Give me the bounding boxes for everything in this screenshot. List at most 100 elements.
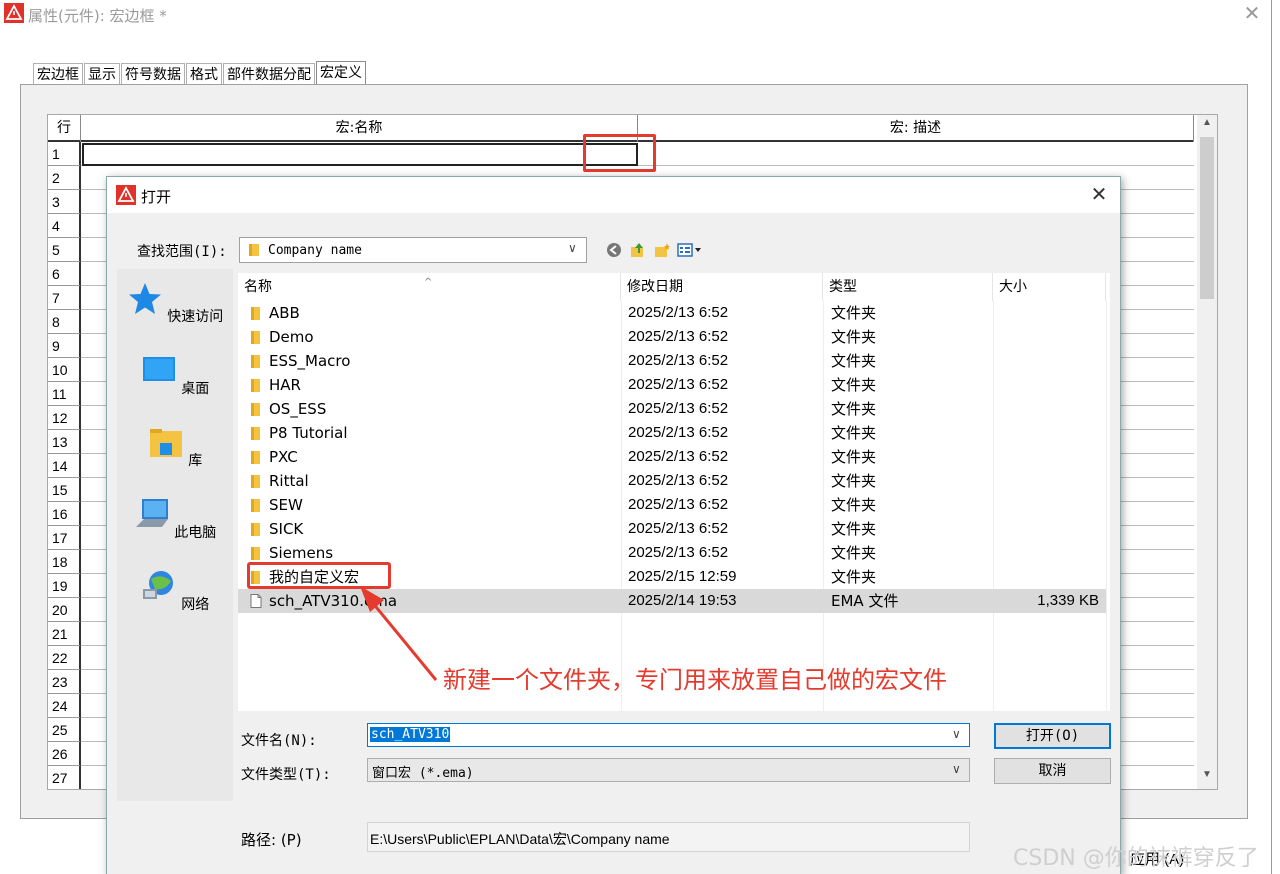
row-number[interactable]: 20 — [48, 598, 81, 622]
chevron-down-icon[interactable]: ∨ — [952, 727, 961, 741]
place-library[interactable]: 库 — [117, 425, 233, 470]
row-number[interactable]: 22 — [48, 646, 81, 670]
grid-scrollbar[interactable]: ▲ ▼ — [1197, 115, 1217, 789]
row-number[interactable]: 6 — [48, 262, 81, 286]
file-type: EMA 文件 — [831, 592, 899, 610]
look-in-label: 查找范围(I): — [137, 244, 227, 260]
folder-row[interactable]: HAR 2025/2/13 6:52 文件夹 — [238, 373, 1106, 397]
row-number[interactable]: 15 — [48, 478, 81, 502]
row-number[interactable]: 27 — [48, 766, 81, 789]
row-number[interactable]: 9 — [48, 334, 81, 358]
row-number[interactable]: 1 — [48, 142, 81, 166]
file-name-input[interactable]: sch_ATV310 ∨ — [367, 723, 970, 747]
file-name: Rittal — [269, 472, 309, 490]
row-number[interactable]: 23 — [48, 670, 81, 694]
folder-row[interactable]: ESS_Macro 2025/2/13 6:52 文件夹 — [238, 349, 1106, 373]
file-type-dropdown[interactable]: 窗口宏 (*.ema) ∨ — [367, 758, 970, 782]
path-label: 路径: (P) — [241, 831, 302, 849]
file-date: 2025/2/15 12:59 — [628, 568, 737, 585]
row-number[interactable]: 4 — [48, 214, 81, 238]
folder-row[interactable]: SEW 2025/2/13 6:52 文件夹 — [238, 493, 1106, 517]
folder-row[interactable]: SICK 2025/2/13 6:52 文件夹 — [238, 517, 1106, 541]
place-desktop[interactable]: 桌面 — [117, 353, 233, 398]
tab-display[interactable]: 显示 — [84, 63, 120, 85]
navigation-toolbar — [605, 240, 703, 260]
scroll-thumb[interactable] — [1200, 137, 1214, 299]
file-date: 2025/2/13 6:52 — [628, 424, 729, 441]
view-menu-icon[interactable] — [677, 241, 703, 259]
row-number[interactable]: 3 — [48, 190, 81, 214]
row-number[interactable]: 18 — [48, 550, 81, 574]
tab-format[interactable]: 格式 — [186, 63, 222, 85]
column-header-description[interactable]: 宏: 描述 — [638, 115, 1194, 142]
window-border — [1271, 0, 1272, 874]
folder-icon — [251, 331, 260, 344]
row-number[interactable]: 2 — [48, 166, 81, 190]
row-header: 行 — [48, 115, 81, 142]
place-quick-access[interactable]: 快速访问 — [117, 281, 233, 326]
folder-row[interactable]: PXC 2025/2/13 6:52 文件夹 — [238, 445, 1106, 469]
folder-icon — [251, 427, 260, 440]
close-icon[interactable]: ✕ — [1240, 2, 1264, 26]
back-icon[interactable] — [605, 241, 623, 259]
row-number[interactable]: 12 — [48, 406, 81, 430]
file-date: 2025/2/13 6:52 — [628, 448, 729, 465]
scroll-up-icon[interactable]: ▲ — [1197, 117, 1217, 133]
up-folder-icon[interactable] — [629, 241, 647, 259]
file-name: ABB — [269, 304, 300, 322]
folder-icon — [251, 523, 260, 536]
tab-macro-definition[interactable]: 宏定义 — [316, 61, 366, 85]
row-number[interactable]: 7 — [48, 286, 81, 310]
folder-row[interactable]: P8 Tutorial 2025/2/13 6:52 文件夹 — [238, 421, 1106, 445]
tab-macro-frame[interactable]: 宏边框 — [33, 63, 83, 85]
row-number[interactable]: 14 — [48, 454, 81, 478]
place-this-pc[interactable]: 此电脑 — [117, 497, 233, 542]
column-header-date[interactable]: 修改日期 — [621, 273, 823, 301]
file-type: 文件夹 — [831, 448, 877, 466]
row-number[interactable]: 26 — [48, 742, 81, 766]
row-number[interactable]: 19 — [48, 574, 81, 598]
row-number[interactable]: 24 — [48, 694, 81, 718]
network-icon — [142, 571, 173, 599]
path-field: E:\Users\Public\EPLAN\Data\宏\Company nam… — [367, 822, 970, 852]
folder-icon — [251, 547, 260, 560]
row-number[interactable]: 8 — [48, 310, 81, 334]
folder-row[interactable]: Rittal 2025/2/13 6:52 文件夹 — [238, 469, 1106, 493]
place-label: 桌面 — [181, 381, 210, 397]
file-date: 2025/2/13 6:52 — [628, 304, 729, 321]
cancel-button[interactable]: 取消 — [994, 758, 1111, 784]
folder-icon — [251, 451, 260, 464]
row-number[interactable]: 17 — [48, 526, 81, 550]
column-header-type[interactable]: 类型 — [823, 273, 993, 301]
folder-row[interactable]: ABB 2025/2/13 6:52 文件夹 — [238, 301, 1106, 325]
file-name: OS_ESS — [269, 400, 327, 418]
tab-part-assignment[interactable]: 部件数据分配 — [223, 63, 315, 85]
eplan-app-icon — [4, 3, 24, 23]
scroll-down-icon[interactable]: ▼ — [1197, 769, 1217, 785]
file-type: 文件夹 — [831, 304, 877, 322]
folder-row[interactable]: OS_ESS 2025/2/13 6:52 文件夹 — [238, 397, 1106, 421]
folder-icon — [249, 244, 259, 256]
tab-symbol-data[interactable]: 符号数据 — [121, 63, 185, 85]
row-number[interactable]: 11 — [48, 382, 81, 406]
row-number[interactable]: 13 — [48, 430, 81, 454]
place-label: 库 — [188, 453, 203, 469]
open-button[interactable]: 打开(O) — [994, 723, 1111, 749]
column-header-name[interactable]: 名称 ^ — [238, 273, 621, 301]
name-cell-editing[interactable] — [82, 143, 638, 166]
row-number[interactable]: 21 — [48, 622, 81, 646]
close-icon[interactable]: ✕ — [1087, 183, 1111, 207]
folder-row[interactable]: Demo 2025/2/13 6:52 文件夹 — [238, 325, 1106, 349]
row-number[interactable]: 16 — [48, 502, 81, 526]
row-number[interactable]: 10 — [48, 358, 81, 382]
row-number[interactable]: 5 — [48, 238, 81, 262]
folder-icon — [251, 355, 260, 368]
column-header-name[interactable]: 宏:名称 — [81, 115, 638, 142]
new-folder-icon[interactable] — [653, 241, 671, 259]
row-number[interactable]: 25 — [48, 718, 81, 742]
file-name: SICK — [269, 520, 304, 538]
look-in-dropdown[interactable]: Company name ∨ — [239, 237, 587, 263]
file-date: 2025/2/13 6:52 — [628, 472, 729, 489]
place-network[interactable]: 网络 — [117, 569, 233, 614]
column-header-size[interactable]: 大小 — [993, 273, 1106, 301]
